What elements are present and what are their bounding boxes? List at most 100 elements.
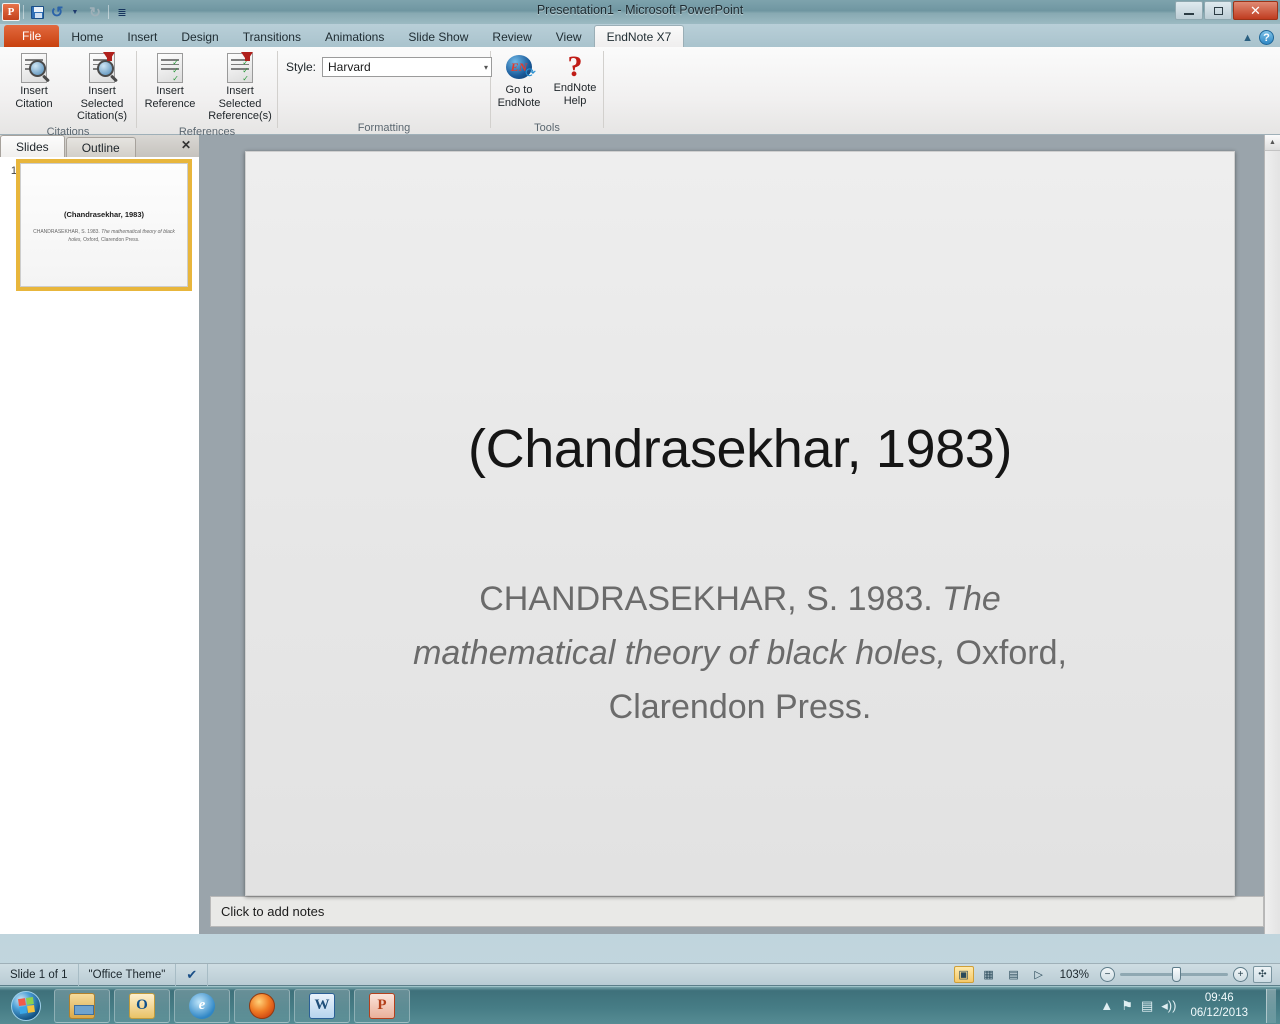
- ribbon-group-label-formatting: Formatting: [357, 122, 411, 134]
- clock-time: 09:46: [1204, 991, 1234, 1004]
- slide-show-button[interactable]: ▷: [1029, 966, 1049, 983]
- insert-citation-button[interactable]: Insert Citation: [0, 51, 68, 112]
- thumbnail-body-part2: Oxford, Clarendon Press.: [81, 237, 140, 243]
- tab-slides[interactable]: Slides: [0, 135, 65, 157]
- thumbnail-title: (Chandrasekhar, 1983): [63, 210, 145, 219]
- window-title: Presentation1 - Microsoft PowerPoint: [536, 3, 744, 17]
- insert-reference-label-2: Reference: [144, 97, 196, 110]
- action-center-icon[interactable]: ⚑: [1121, 998, 1133, 1014]
- tab-outline[interactable]: Outline: [65, 137, 136, 157]
- tab-home[interactable]: Home: [59, 26, 115, 47]
- taskbar-word[interactable]: W: [294, 988, 350, 1023]
- slide-thumbnail-row[interactable]: 1 (Chandrasekhar, 1983) CHANDRASEKHAR, S…: [4, 159, 195, 291]
- thumbnail-body: CHANDRASEKHAR, S. 1983. The mathematical…: [33, 228, 175, 244]
- tab-slide-show[interactable]: Slide Show: [396, 26, 480, 47]
- tab-insert[interactable]: Insert: [115, 26, 169, 47]
- slide-editor: (Chandrasekhar, 1983) CHANDRASEKHAR, S. …: [200, 135, 1280, 934]
- ribbon-group-label-tools: Tools: [534, 122, 560, 134]
- restore-button[interactable]: [1204, 1, 1232, 20]
- show-hidden-icons-icon[interactable]: ▲: [1100, 998, 1113, 1013]
- style-dropdown-value: Harvard: [328, 60, 371, 74]
- internet-explorer-icon: e: [189, 992, 215, 1019]
- taskbar-powerpoint[interactable]: P: [354, 988, 410, 1023]
- collapse-ribbon-icon[interactable]: ▲: [1242, 32, 1253, 44]
- taskbar-firefox[interactable]: [234, 988, 290, 1023]
- window-controls: ✕: [1175, 1, 1278, 20]
- endnote-help-label-2: Help: [563, 94, 587, 107]
- notes-pane[interactable]: Click to add notes: [210, 896, 1264, 927]
- endnote-help-button[interactable]: ? EndNote Help: [547, 51, 603, 109]
- slide-thumbnail[interactable]: (Chandrasekhar, 1983) CHANDRASEKHAR, S. …: [16, 159, 192, 291]
- network-icon[interactable]: ▤: [1141, 998, 1153, 1014]
- tab-design[interactable]: Design: [169, 26, 230, 47]
- ribbon-tabs: File Home Insert Design Transitions Anim…: [0, 24, 1280, 47]
- spellcheck-icon[interactable]: ✔: [176, 963, 209, 986]
- taskbar: O e W P ▲ ⚑ ▤ ◂)) 09:46 06/12/2013: [0, 986, 1280, 1024]
- insert-citation-label-1: Insert: [20, 85, 48, 97]
- slide-body-placeholder[interactable]: CHANDRASEKHAR, S. 1983. The mathematical…: [396, 572, 1084, 734]
- chevron-down-icon: ▾: [484, 62, 489, 72]
- status-bar: Slide 1 of 1 "Office Theme" ✔ ▣ ▦ ▤ ▷ 10…: [0, 963, 1280, 986]
- slides-panel-tabs: Slides Outline ✕: [0, 135, 199, 157]
- minimize-button[interactable]: [1175, 1, 1203, 20]
- scroll-up-icon[interactable]: ▲: [1265, 135, 1280, 151]
- ribbon-group-citations: Insert Citation Insert Selected Citation…: [0, 47, 136, 138]
- taskbar-windows-explorer[interactable]: [54, 988, 110, 1023]
- insert-selected-references-button[interactable]: ✓ ✓ ✓ Insert Selected Reference(s): [203, 51, 277, 125]
- zoom-out-button[interactable]: −: [1100, 967, 1115, 982]
- powerpoint-window: P ↺ ▼ ↻ ≣ Presentation1 - Microsoft Powe…: [0, 0, 1280, 986]
- system-tray: ▲ ⚑ ▤ ◂)) 09:46 06/12/2013: [1100, 988, 1280, 1023]
- insert-selected-references-label-2: Reference(s): [208, 110, 272, 122]
- insert-selected-citations-button[interactable]: Insert Selected Citation(s): [68, 51, 136, 125]
- help-icon[interactable]: ?: [1259, 30, 1274, 45]
- zoom-level[interactable]: 103%: [1054, 969, 1095, 981]
- insert-selected-references-icon: ✓ ✓ ✓: [223, 52, 257, 85]
- close-panel-icon[interactable]: ✕: [181, 138, 191, 152]
- show-desktop-button[interactable]: [1266, 988, 1276, 1023]
- ribbon-tabs-right: ▲ ?: [1242, 30, 1274, 45]
- tab-endnote-x7[interactable]: EndNote X7: [593, 25, 685, 47]
- clock-date: 06/12/2013: [1190, 1006, 1248, 1019]
- slide-title-placeholder[interactable]: (Chandrasekhar, 1983): [316, 418, 1164, 480]
- slide-body-part1: CHANDRASEKHAR, S. 1983.: [479, 580, 943, 618]
- question-mark-icon: ?: [567, 50, 583, 83]
- reading-view-button[interactable]: ▤: [1004, 966, 1024, 983]
- slide-number: 1: [10, 165, 17, 177]
- slide-canvas[interactable]: (Chandrasekhar, 1983) CHANDRASEKHAR, S. …: [245, 151, 1235, 896]
- outlook-icon: O: [129, 992, 155, 1019]
- theme-name[interactable]: "Office Theme": [79, 963, 177, 986]
- close-button[interactable]: ✕: [1233, 1, 1278, 20]
- ribbon-group-references: ✓ ✓ ✓ Insert Reference ✓ ✓ ✓ Insert Sele…: [137, 47, 277, 138]
- vertical-scrollbar[interactable]: ▲: [1264, 135, 1280, 934]
- slides-panel: Slides Outline ✕ 1 (Chandrasekhar, 1983)…: [0, 135, 200, 934]
- tab-file[interactable]: File: [4, 25, 60, 47]
- zoom-slider[interactable]: [1120, 967, 1228, 982]
- taskbar-outlook[interactable]: O: [114, 988, 170, 1023]
- tab-view[interactable]: View: [544, 26, 594, 47]
- zoom-in-button[interactable]: +: [1233, 967, 1248, 982]
- insert-citation-label-2: Citation: [15, 97, 53, 110]
- go-to-endnote-button[interactable]: EN ⟳ Go to EndNote: [491, 51, 547, 111]
- normal-view-button[interactable]: ▣: [953, 966, 974, 983]
- clock[interactable]: 09:46 06/12/2013: [1184, 991, 1254, 1021]
- slide-sorter-button[interactable]: ▦: [979, 966, 999, 983]
- tab-animations[interactable]: Animations: [313, 26, 396, 47]
- style-dropdown[interactable]: Harvard ▾: [322, 57, 493, 77]
- insert-selected-citations-label-1: Insert Selected: [80, 85, 124, 110]
- tab-review[interactable]: Review: [480, 26, 543, 47]
- zoom-slider-thumb[interactable]: [1172, 967, 1181, 982]
- style-row: Style: Harvard ▾: [278, 51, 493, 77]
- status-bar-right: ▣ ▦ ▤ ▷ 103% − + ✣: [953, 966, 1280, 983]
- endnote-help-label-1: EndNote: [553, 82, 597, 94]
- notes-placeholder: Click to add notes: [221, 904, 325, 919]
- start-button[interactable]: [2, 989, 50, 1023]
- insert-selected-references-label-1: Insert Selected: [218, 85, 262, 110]
- fit-to-window-button[interactable]: ✣: [1253, 966, 1272, 983]
- insert-selected-citations-label-2: Citation(s): [76, 110, 128, 122]
- word-icon: W: [309, 992, 335, 1019]
- tab-transitions[interactable]: Transitions: [231, 26, 313, 47]
- taskbar-internet-explorer[interactable]: e: [174, 988, 230, 1023]
- go-to-endnote-label-2: EndNote: [497, 96, 541, 109]
- volume-icon[interactable]: ◂)): [1161, 998, 1176, 1014]
- insert-reference-button[interactable]: ✓ ✓ ✓ Insert Reference: [137, 51, 203, 112]
